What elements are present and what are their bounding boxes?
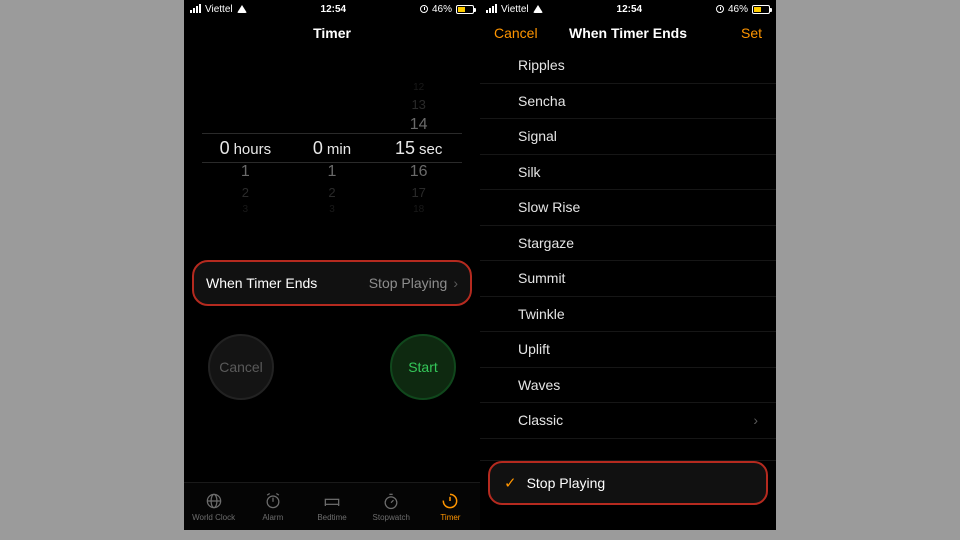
timer-screen: Viettel 12:54 46% Timer	[184, 0, 480, 530]
sound-item-summit[interactable]: Summit	[480, 261, 776, 297]
status-time: 12:54	[247, 4, 420, 15]
signal-bars-icon	[486, 5, 497, 13]
when-timer-ends-value: Stop Playing	[369, 275, 448, 291]
sound-list[interactable]: Ripples Sencha Signal Silk Slow Rise Sta…	[480, 48, 776, 505]
sound-item-ripples[interactable]: Ripples	[480, 48, 776, 84]
cancel-button[interactable]: Cancel	[208, 334, 274, 400]
battery-percent: 46%	[728, 4, 748, 15]
stop-playing-label: Stop Playing	[527, 475, 606, 491]
wifi-icon	[533, 5, 543, 13]
wifi-icon	[237, 5, 247, 13]
nav-bar: Cancel When Timer Ends Set	[480, 18, 776, 48]
sound-item-twinkle[interactable]: Twinkle	[480, 297, 776, 333]
stopwatch-icon	[381, 491, 401, 511]
when-timer-ends-label: When Timer Ends	[206, 275, 317, 291]
picker-selection-bar	[202, 133, 462, 163]
sound-picker-screen: Viettel 12:54 46% Cancel When Timer Ends…	[480, 0, 776, 530]
page-title: When Timer Ends	[540, 25, 716, 41]
sound-item-uplift[interactable]: Uplift	[480, 332, 776, 368]
start-button[interactable]: Start	[390, 334, 456, 400]
battery-icon	[752, 5, 770, 14]
tab-timer[interactable]: Timer	[421, 483, 480, 530]
status-time: 12:54	[543, 4, 716, 15]
sound-item-sencha[interactable]: Sencha	[480, 84, 776, 120]
battery-percent: 46%	[432, 4, 452, 15]
globe-icon	[204, 491, 224, 511]
chevron-right-icon: ›	[453, 275, 458, 291]
carrier-label: Viettel	[205, 4, 233, 15]
signal-bars-icon	[190, 5, 201, 13]
stop-playing-row[interactable]: ✓ Stop Playing	[488, 461, 768, 505]
sound-item-signal[interactable]: Signal	[480, 119, 776, 155]
status-bar: Viettel 12:54 46%	[184, 0, 480, 18]
status-bar: Viettel 12:54 46%	[480, 0, 776, 18]
chevron-right-icon: ›	[753, 412, 758, 428]
nav-bar: Timer	[184, 18, 480, 48]
tab-alarm[interactable]: Alarm	[243, 483, 302, 530]
sound-item-slow-rise[interactable]: Slow Rise	[480, 190, 776, 226]
sound-item-stargaze[interactable]: Stargaze	[480, 226, 776, 262]
section-gap	[480, 439, 776, 461]
bed-icon	[322, 491, 342, 511]
when-timer-ends-row[interactable]: When Timer Ends Stop Playing ›	[192, 260, 472, 306]
checkmark-icon: ✓	[504, 474, 517, 492]
tab-stopwatch[interactable]: Stopwatch	[362, 483, 421, 530]
sound-item-silk[interactable]: Silk	[480, 155, 776, 191]
tab-world-clock[interactable]: World Clock	[184, 483, 243, 530]
page-title: Timer	[244, 25, 420, 41]
timer-icon	[440, 491, 460, 511]
battery-icon	[456, 5, 474, 14]
time-picker[interactable]: 0hours 1 2 3 0min 1 2 3 12 13	[202, 58, 462, 238]
alarm-icon	[716, 5, 724, 13]
set-button[interactable]: Set	[716, 25, 762, 41]
sound-item-classic[interactable]: Classic ›	[480, 403, 776, 439]
carrier-label: Viettel	[501, 4, 529, 15]
cancel-button[interactable]: Cancel	[494, 25, 540, 41]
tab-bedtime[interactable]: Bedtime	[302, 483, 361, 530]
alarm-clock-icon	[263, 491, 283, 511]
alarm-icon	[420, 5, 428, 13]
tab-bar: World Clock Alarm Bedtime Stopwatch Time…	[184, 482, 480, 530]
sound-item-waves[interactable]: Waves	[480, 368, 776, 404]
